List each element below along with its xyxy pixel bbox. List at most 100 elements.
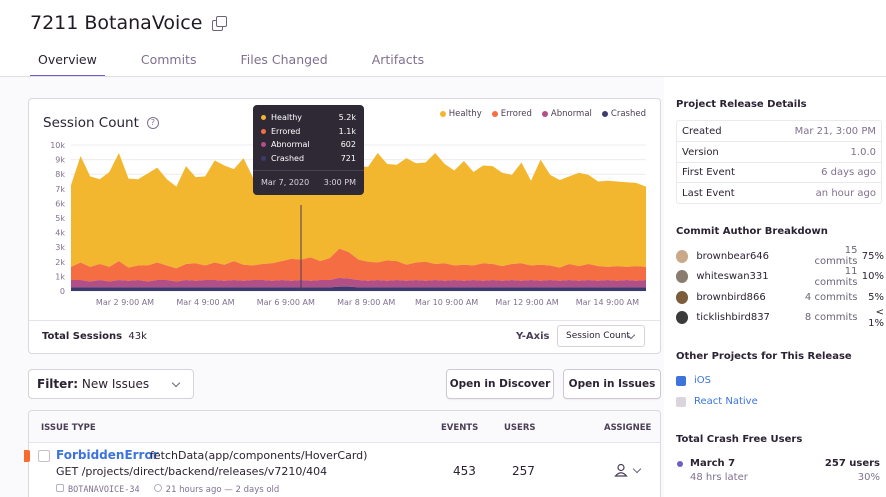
tooltip-row-crashed: Crashed 721 (261, 152, 356, 166)
legend-item-errored[interactable]: Errored (491, 109, 532, 119)
author-commits: 8 commits (804, 312, 858, 323)
y-tick-label: 5k (55, 214, 65, 223)
filter-dropdown[interactable]: Filter: New Issues (28, 369, 194, 399)
other-projects-title: Other Projects for This Release (676, 351, 852, 362)
chart-title: Session Count ? (43, 115, 159, 131)
issue-message: GET /projects/direct/backend/releases/v7… (56, 465, 328, 478)
y-tick-label: 2k (55, 258, 65, 267)
y-tick-label: 3k (55, 243, 65, 252)
filter-value: New Issues (81, 377, 150, 391)
tab-files-changed[interactable]: Files Changed (232, 52, 335, 78)
yaxis-label: Y-Axis (516, 331, 550, 342)
legend-label: Abnormal (550, 109, 592, 119)
crash-free-sub: 48 hrs later (690, 472, 748, 483)
help-icon[interactable]: ? (146, 117, 159, 129)
detail-key: Last Event (682, 188, 735, 199)
legend-item-abnormal[interactable]: Abnormal (541, 109, 592, 119)
project-icon (56, 484, 64, 492)
chart-title-text: Session Count (43, 115, 139, 131)
author-commits: 4 commits (804, 291, 858, 303)
author-name: brownbear646 (696, 250, 770, 262)
assignee-selector[interactable] (614, 463, 646, 477)
avatar (676, 311, 689, 324)
detail-key: First Event (682, 166, 735, 178)
project-link-ios[interactable]: iOS (676, 375, 711, 386)
tooltip-footer: Mar 7, 2020 3:00 PM (261, 178, 356, 187)
total-sessions-label: Total Sessions (42, 331, 123, 342)
legend-item-crashed[interactable]: Crashed (601, 109, 646, 119)
session-count-panel: Session Count ? Healthy Errored Abnormal… (28, 98, 661, 354)
tab-artifacts[interactable]: Artifacts (364, 52, 432, 78)
author-commits: 11 commits (814, 265, 858, 288)
tooltip-name: Healthy (271, 113, 303, 123)
author-name: brownbird866 (696, 291, 766, 303)
crash-free-date: March 7 (690, 458, 736, 469)
open-in-issues-button[interactable]: Open in Issues (563, 369, 661, 399)
y-tick-label: 10k (50, 141, 65, 150)
total-sessions: Total Sessions 43k (42, 331, 147, 342)
project-link-react-native[interactable]: React Native (676, 396, 758, 407)
author-name: ticklishbird837 (696, 312, 770, 323)
detail-value: 6 days ago (821, 166, 876, 178)
tooltip-row-errored: Errored 1.1k (261, 125, 356, 139)
tooltip-date: Mar 7, 2020 (261, 178, 310, 187)
x-tick-label: Mar 2 9:00 AM (96, 298, 154, 307)
y-tick-label: 6k (55, 199, 65, 208)
authors-title: Commit Author Breakdown (676, 226, 828, 237)
yaxis-select[interactable]: Session Count (557, 325, 645, 347)
severity-indicator (24, 450, 30, 462)
crash-free-dot (677, 461, 683, 467)
issue-meta: BOTANAVOICE-34 21 hours ago — 2 days old (56, 484, 279, 495)
tooltip-row-healthy: Healthy 5.2k (261, 111, 356, 125)
avatar (676, 270, 689, 283)
detail-value: Mar 21, 3:00 PM (794, 125, 876, 137)
page-header: 7211 BotanaVoice (30, 12, 228, 34)
release-details-title: Project Release Details (676, 99, 807, 110)
tab-commits[interactable]: Commits (133, 52, 205, 78)
issue-short-id: BOTANAVOICE-34 (56, 484, 140, 495)
tab-overview[interactable]: Overview (30, 52, 105, 78)
project-name: React Native (694, 396, 758, 407)
author-row: brownbird866 4 commits 5% (676, 288, 884, 306)
legend-label: Crashed (610, 109, 646, 119)
release-detail-created: Created Mar 21, 3:00 PM (676, 121, 882, 142)
tooltip-value: 721 (340, 153, 356, 163)
author-commits: 15 commits (814, 245, 858, 267)
total-sessions-value: 43k (128, 331, 147, 342)
open-in-discover-button[interactable]: Open in Discover (446, 369, 554, 399)
crash-free-users: 257 users (824, 458, 880, 469)
legend-item-healthy[interactable]: Healthy (439, 109, 482, 119)
x-tick-label: Mar 6 9:00 AM (257, 298, 315, 307)
release-detail-first-event: First Event 6 days ago (676, 162, 882, 183)
detail-key: Created (682, 125, 722, 137)
release-detail-last-event: Last Event an hour ago (676, 183, 882, 204)
tooltip-name: Errored (271, 126, 301, 136)
ios-icon (676, 375, 686, 386)
issue-row[interactable]: ForbiddenError fetchData(app/components/… (24, 410, 661, 497)
legend-label: Healthy (448, 109, 482, 119)
author-row: brownbear646 15 commits 75% (676, 245, 884, 267)
legend-label: Errored (500, 109, 532, 119)
issue-users: 257 (512, 464, 535, 478)
chart-footer: Total Sessions 43k Y-Axis Session Count (29, 320, 660, 354)
detail-key: Version (682, 146, 719, 158)
x-tick-label: Mar 12 9:00 AM (495, 298, 558, 307)
issue-error-type[interactable]: ForbiddenError (56, 448, 159, 462)
chevron-down-icon (632, 464, 642, 474)
tooltip-time: 3:00 PM (323, 178, 356, 187)
x-tick-label: Mar 14 9:00 AM (576, 298, 639, 307)
chart-tooltip: Healthy 5.2k Errored 1.1k Abnormal 602 Cras… (253, 105, 364, 195)
issue-short-id-text: BOTANAVOICE-34 (68, 485, 140, 495)
y-tick-label: 1k (55, 272, 65, 281)
avatar (676, 290, 689, 304)
author-row: whiteswan331 11 commits 10% (676, 265, 884, 288)
issue-checkbox[interactable] (38, 450, 50, 462)
author-row: ticklishbird837 8 commits < 1% (676, 307, 884, 329)
y-tick-label: 8k (55, 170, 65, 179)
issue-events: 453 (453, 464, 476, 478)
issue-function: fetchData(app/components/HoverCard) (150, 449, 368, 462)
copy-icon[interactable] (212, 16, 228, 31)
author-percent: 5% (868, 291, 885, 303)
release-detail-version: Version 1.0.0 (676, 142, 882, 163)
issue-time-text: 21 hours ago — 2 days old (165, 485, 280, 495)
